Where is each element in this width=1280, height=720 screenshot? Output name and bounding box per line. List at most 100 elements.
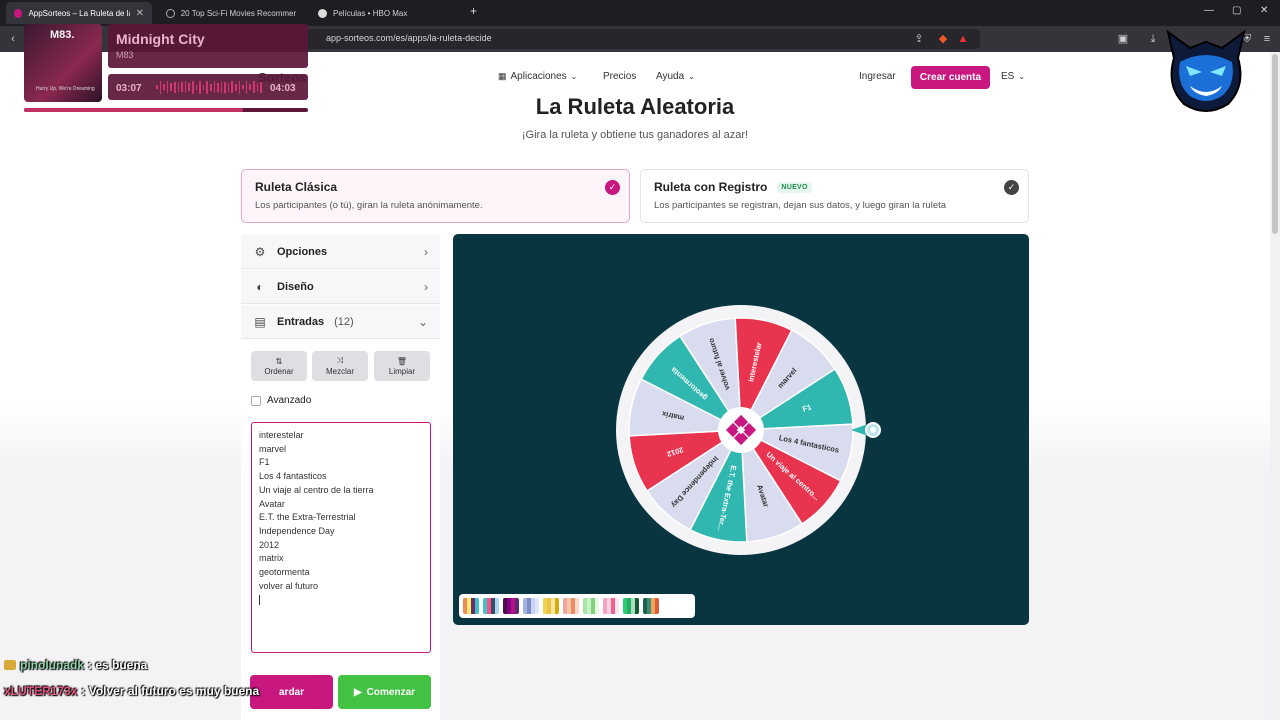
mode-description: Los participantes se registran, dejan su… [654,200,947,211]
tab-title: AppSorteos – La Ruleta de la Su [28,8,129,18]
waveform-bar [159,80,162,94]
tab-scifi-movies[interactable]: 20 Top Sci-Fi Movies Recommended [158,2,304,24]
entries-textarea[interactable]: interestelar marvel F1 Los 4 fantasticos Un … [251,422,431,653]
nav-precios[interactable]: Precios [603,71,636,82]
advanced-checkbox[interactable] [251,395,261,406]
progress-bar-fill [24,108,243,112]
settings-panel: ⚙ Opciones › ◐ Diseño › ▤ Entradas (12) … [241,235,440,720]
maximize-icon[interactable]: ▢ [1232,5,1241,16]
mode-card-classic[interactable]: Ruleta Clásica Los participantes (o tú),… [241,169,630,223]
tab-hbo-max[interactable]: Películas • HBO Max [310,2,460,24]
accordion-opciones[interactable]: ⚙ Opciones › [241,235,440,269]
share-icon[interactable]: ⇪ [912,32,926,46]
song-progress: 03:07 04:03 [108,74,308,100]
elapsed-time: 03:07 [116,83,142,94]
browser-tabstrip: AppSorteos – La Ruleta de la Su ✕ 20 Top… [0,0,1280,26]
entries-count: (12) [334,315,354,328]
sidebar-icon[interactable]: ▣ [1116,32,1130,46]
nav-label: Ayuda [656,71,685,82]
grid-icon: ▦ [498,71,507,81]
start-label: Comenzar [366,686,416,698]
tab-appsorteos[interactable]: AppSorteos – La Ruleta de la Su ✕ [6,2,152,24]
selected-check-icon: ✓ [605,180,620,195]
waveform-bar [213,81,216,93]
palette-icon: ◐ [256,279,264,294]
chevron-right-icon: › [424,244,428,259]
nav-aplicaciones[interactable]: ▦ Aplicaciones ⌄ [498,71,577,82]
address-bar[interactable]: app-sorteos.com/es/apps/la-ruleta-decide… [300,29,980,49]
close-tab-icon[interactable]: ✕ [136,8,144,19]
brave-shield-icon[interactable]: ◆ [936,32,950,46]
entry-line: matrix [259,553,284,564]
waveform-bar [238,80,241,94]
new-badge: NUEVO [777,181,812,193]
sort-icon: ⇅ [275,356,283,366]
download-icon[interactable]: ⤓ [1146,32,1160,46]
entry-line: E.T. the Extra-Terrestrial [259,512,356,523]
chat-username: xLUTER173x [4,684,78,698]
chat-text: : es buena [88,658,148,672]
waveform-bar [209,83,212,91]
brave-rewards-icon[interactable]: ▲ [956,32,970,46]
gear-icon: ⚙ [254,244,266,259]
nav-ayuda[interactable]: Ayuda ⌄ [656,71,695,82]
waveform-bar [202,84,205,90]
mode-card-registro[interactable]: Ruleta con Registro NUEVO Los participan… [640,169,1029,223]
check-icon: ✓ [1004,180,1019,195]
palette-swatch[interactable] [603,598,619,614]
page-scrollbar[interactable] [1270,52,1280,720]
tab-favicon [14,8,23,18]
sort-button[interactable]: ⇅ Ordenar [251,351,307,381]
menu-icon[interactable]: ≡ [1260,32,1274,46]
chat-username: pinolunadk [20,658,84,672]
chat-message: xLUTER173x : Volver al futuro es muy bue… [4,684,259,698]
song-info: Midnight City M83 [108,24,308,68]
back-icon[interactable]: ‹ [6,32,20,46]
chevron-down-icon: ⌄ [688,72,695,81]
new-tab-icon[interactable]: + [470,4,477,18]
tab-favicon [318,8,327,18]
waveform-bar [163,84,165,90]
accordion-entradas[interactable]: ▤ Entradas (12) ⌄ [241,305,440,339]
start-button[interactable]: ▶ Comenzar [338,675,431,709]
mode-description: Los participantes (o tú), giran la rulet… [255,200,483,211]
advanced-label: Avanzado [267,395,312,406]
palette-swatch[interactable] [463,598,479,614]
save-button[interactable]: ardar [250,675,333,709]
palette-swatch[interactable] [643,598,659,614]
waveform-bar [245,80,248,94]
gift-icon: ▤ [254,314,266,329]
palette-swatch[interactable] [503,598,519,614]
minimize-icon[interactable]: — [1204,5,1214,16]
shuffle-icon: ⤨ [336,356,344,365]
advanced-toggle[interactable]: Avanzado [251,395,311,406]
entry-line: geotormenta [259,567,310,578]
palette-swatch[interactable] [523,598,539,614]
shuffle-button[interactable]: ⤨ Mezclar [312,351,368,381]
streamer-mascot-logo [1166,29,1246,112]
language-selector[interactable]: ES ⌄ [1001,71,1025,82]
scrollbar-thumb[interactable] [1272,54,1278,234]
progress-bar [24,108,308,112]
clear-button[interactable]: 🗑 Limpiar [374,351,430,381]
audio-waveform [156,80,262,94]
roulette-wheel[interactable]: interestelar marvelF1Los 4 fantasticosUn … [453,234,1029,625]
entry-line: Independence Day [259,525,335,536]
palette-swatch[interactable] [483,598,499,614]
accordion-label: Entradas [277,315,325,328]
accordion-diseno[interactable]: ◐ Diseño › [241,270,440,304]
button-label: Limpiar [388,366,416,376]
palette-swatch[interactable] [623,598,639,614]
close-window-icon[interactable]: ✕ [1260,5,1268,16]
login-link[interactable]: Ingresar [859,71,896,82]
entry-line: marvel [259,443,287,454]
album-cover: M83. Hurry Up, We're Dreaming [24,24,102,102]
signup-button[interactable]: Crear cuenta [911,66,990,89]
waveform-bar [188,83,190,91]
waveform-bar [195,84,198,90]
palette-swatch[interactable] [583,598,599,614]
color-palette-picker[interactable] [459,594,695,618]
palette-swatch[interactable] [563,598,579,614]
save-label: ardar [278,686,304,698]
palette-swatch[interactable] [543,598,559,614]
